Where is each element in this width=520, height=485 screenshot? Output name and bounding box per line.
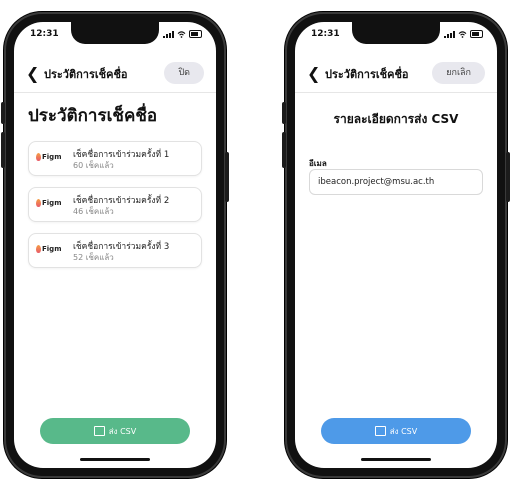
home-indicator bbox=[361, 458, 431, 461]
send-csv-button[interactable]: ส่ง CSV bbox=[40, 418, 190, 444]
status-bar: 12:31 bbox=[30, 29, 202, 41]
close-button[interactable]: ปิด bbox=[164, 62, 204, 84]
history-item-count: 46 เช็คแล้ว bbox=[73, 207, 114, 216]
page-title: รายละเอียดการส่ง CSV bbox=[333, 112, 459, 126]
home-indicator bbox=[80, 458, 150, 461]
back-link[interactable]: ประวัติการเช็คชื่อ bbox=[44, 65, 128, 83]
chevron-left-icon[interactable]: ❮ bbox=[307, 66, 321, 82]
phone-frame-detail: 12:31 ❮ ประวัติการเช็คชื่อ ยกเลิก รายละเ… bbox=[282, 12, 510, 478]
status-time: 12:31 bbox=[30, 29, 59, 39]
wifi-icon bbox=[177, 30, 186, 38]
signal-icon bbox=[163, 30, 174, 38]
history-item-count: 60 เช็คแล้ว bbox=[73, 161, 114, 170]
history-screen: 12:31 ❮ ประวัติการเช็คชื่อ ปิด ประวัติกา… bbox=[14, 22, 216, 468]
figma-logo-icon: Figm bbox=[36, 245, 62, 253]
send-csv-label: ส่ง CSV bbox=[389, 426, 418, 436]
status-bar: 12:31 bbox=[311, 29, 483, 41]
divider bbox=[14, 92, 216, 93]
phone-frame-history: 12:31 ❮ ประวัติการเช็คชื่อ ปิด ประวัติกา… bbox=[1, 12, 229, 478]
send-csv-button[interactable]: ส่ง CSV bbox=[321, 418, 471, 444]
back-link[interactable]: ประวัติการเช็คชื่อ bbox=[325, 65, 409, 83]
figma-logo-icon: Figm bbox=[36, 199, 62, 207]
chevron-left-icon[interactable]: ❮ bbox=[26, 66, 40, 82]
history-item-count: 52 เช็คแล้ว bbox=[73, 253, 114, 262]
detail-screen: 12:31 ❮ ประวัติการเช็คชื่อ ยกเลิก รายละเ… bbox=[295, 22, 497, 468]
export-icon bbox=[374, 426, 386, 436]
export-icon bbox=[93, 426, 105, 436]
battery-icon bbox=[189, 30, 202, 38]
battery-icon bbox=[470, 30, 483, 38]
page-title: ประวัติการเช็คชื่อ bbox=[28, 106, 158, 126]
nav-bar: ❮ ประวัติการเช็คชื่อ ยกเลิก bbox=[307, 62, 485, 86]
figma-logo-icon: Figm bbox=[36, 153, 62, 161]
email-field[interactable]: ibeacon.project@msu.ac.th bbox=[309, 169, 483, 195]
cancel-button[interactable]: ยกเลิก bbox=[432, 62, 485, 84]
history-item[interactable]: Figm เช็คชื่อการเข้าร่วมครั้งที่ 2 46 เช… bbox=[28, 187, 202, 222]
signal-icon bbox=[444, 30, 455, 38]
nav-bar: ❮ ประวัติการเช็คชื่อ ปิด bbox=[26, 62, 204, 86]
history-item[interactable]: Figm เช็คชื่อการเข้าร่วมครั้งที่ 1 60 เช… bbox=[28, 141, 202, 176]
divider bbox=[295, 92, 497, 93]
history-item[interactable]: Figm เช็คชื่อการเข้าร่วมครั้งที่ 3 52 เช… bbox=[28, 233, 202, 268]
wifi-icon bbox=[458, 30, 467, 38]
status-time: 12:31 bbox=[311, 29, 340, 39]
send-csv-label: ส่ง CSV bbox=[108, 426, 137, 436]
